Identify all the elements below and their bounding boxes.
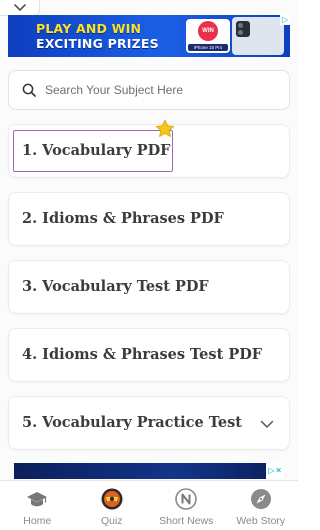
promo-line-1: PLAY AND WIN: [36, 21, 142, 36]
star-icon: [155, 119, 175, 137]
ad-choices-icon[interactable]: ▷ ✕: [266, 463, 284, 479]
phone-camera: [236, 21, 250, 37]
bottom-navigation: Home Quiz Short News Web Story: [0, 480, 298, 530]
win-caption: iPhone 15 Pro: [188, 44, 228, 51]
list-item-idioms-phrases-pdf[interactable]: 2. Idioms & Phrases PDF: [8, 192, 290, 246]
win-badge: WIN iPhone 15 Pro: [186, 19, 230, 53]
news-n-icon: [175, 488, 198, 510]
nav-item-web-story[interactable]: Web Story: [224, 481, 299, 530]
chevron-down-icon: [13, 3, 26, 11]
nav-label-web-story: Web Story: [236, 515, 286, 527]
list-item-label: 4. Idioms & Phrases Test PDF: [22, 346, 263, 363]
nav-label-short-news: Short News: [159, 515, 214, 527]
nav-item-home[interactable]: Home: [0, 481, 75, 530]
ad-close-icon[interactable]: ▷: [280, 15, 290, 25]
search-box[interactable]: [8, 70, 290, 110]
win-circle: WIN: [198, 21, 218, 41]
list-item-label: 1. Vocabulary PDF: [22, 142, 171, 159]
app-screen: PLAY AND WIN EXCITING PRIZES WIN iPhone …: [0, 0, 298, 530]
promo-line-2: EXCITING PRIZES: [36, 36, 159, 51]
graduation-cap-icon: [26, 488, 48, 510]
list-item-label: 3. Vocabulary Test PDF: [22, 278, 209, 295]
bottom-ad-banner[interactable]: ▷ ✕: [14, 463, 284, 479]
nav-label-home: Home: [23, 515, 52, 527]
list-item-label: 2. Idioms & Phrases PDF: [22, 210, 224, 227]
phone-image: [232, 17, 284, 55]
collapse-toggle[interactable]: [0, 0, 40, 16]
list-item-vocabulary-pdf[interactable]: 1. Vocabulary PDF: [8, 124, 290, 178]
search-icon: [22, 83, 36, 97]
quiz-badge-icon: [101, 488, 123, 510]
list-item-label: 5. Vocabulary Practice Test: [22, 414, 242, 431]
nav-item-quiz[interactable]: Quiz: [75, 481, 150, 530]
chevron-down-icon[interactable]: [259, 416, 275, 432]
compass-icon: [250, 488, 272, 510]
list-item-vocabulary-test-pdf[interactable]: 3. Vocabulary Test PDF: [8, 260, 290, 314]
list-item-idioms-phrases-test-pdf[interactable]: 4. Idioms & Phrases Test PDF: [8, 328, 290, 382]
nav-item-short-news[interactable]: Short News: [149, 481, 224, 530]
list-item-vocabulary-practice-test[interactable]: 5. Vocabulary Practice Test: [8, 396, 290, 450]
nav-label-quiz: Quiz: [100, 515, 123, 527]
search-input[interactable]: [45, 83, 265, 97]
promo-banner[interactable]: PLAY AND WIN EXCITING PRIZES WIN iPhone …: [8, 15, 290, 57]
promo-headline: PLAY AND WIN EXCITING PRIZES: [36, 21, 159, 51]
